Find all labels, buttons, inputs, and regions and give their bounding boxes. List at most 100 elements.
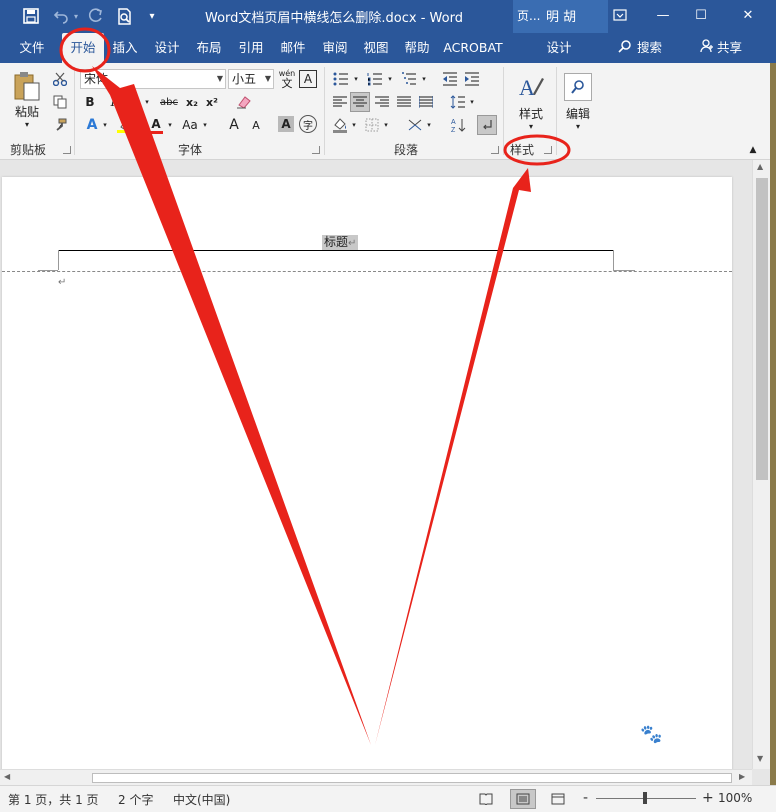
align-center-icon[interactable]	[350, 92, 370, 112]
tab-review[interactable]: 审阅	[316, 33, 354, 63]
superscript-button[interactable]: x²	[203, 92, 221, 112]
editing-button[interactable]: 编辑 ▾	[560, 69, 596, 135]
language-indicator[interactable]: 中文(中国)	[173, 791, 230, 808]
zoom-slider-thumb[interactable]	[643, 792, 647, 804]
format-painter-icon[interactable]	[50, 115, 70, 135]
zoom-in-button[interactable]: +	[702, 790, 714, 806]
word-count[interactable]: 2 个字	[118, 791, 153, 808]
vertical-scroll-thumb[interactable]	[756, 178, 768, 480]
print-layout-icon[interactable]	[510, 789, 536, 809]
tab-home[interactable]: 开始	[62, 33, 104, 63]
multilevel-dropdown-icon[interactable]: ▾	[420, 69, 428, 89]
borders-dropdown-icon[interactable]: ▾	[382, 115, 390, 135]
scroll-right-icon[interactable]: ▶	[739, 772, 745, 781]
borders-icon[interactable]	[362, 115, 382, 135]
shading-dropdown-icon[interactable]: ▾	[350, 115, 358, 135]
tab-layout[interactable]: 布局	[190, 33, 228, 63]
scroll-up-icon[interactable]: ▲	[757, 162, 763, 171]
underline-button[interactable]: U	[126, 92, 142, 112]
web-layout-icon[interactable]	[548, 790, 568, 808]
page-count[interactable]: 第 1 页，共 1 页	[8, 791, 99, 808]
tab-insert[interactable]: 插入	[106, 33, 144, 63]
font-color-dropdown-icon[interactable]: ▾	[166, 115, 174, 135]
line-spacing-icon[interactable]	[448, 92, 468, 112]
tab-view[interactable]: 视图	[357, 33, 395, 63]
tab-help[interactable]: 帮助	[398, 33, 436, 63]
change-case-button[interactable]: Aa	[179, 115, 201, 135]
maximize-button[interactable]: ☐	[678, 0, 724, 30]
cut-icon[interactable]	[50, 69, 70, 89]
zoom-level[interactable]: 100%	[718, 791, 752, 805]
align-left-icon[interactable]	[330, 92, 350, 112]
chinese-layout-icon[interactable]	[405, 115, 425, 135]
tab-mailings[interactable]: 邮件	[274, 33, 312, 63]
save-icon[interactable]	[20, 6, 42, 26]
change-case-dropdown-icon[interactable]: ▾	[201, 115, 209, 135]
zoom-slider[interactable]	[596, 792, 696, 804]
scroll-down-icon[interactable]: ▼	[757, 754, 763, 763]
chinese-layout-dropdown-icon[interactable]: ▾	[425, 115, 433, 135]
enclose-characters-button[interactable]: 字	[299, 115, 317, 133]
distributed-icon[interactable]	[416, 92, 436, 112]
clear-formatting-icon[interactable]	[234, 92, 254, 112]
redo-icon[interactable]	[85, 6, 107, 26]
justify-icon[interactable]	[394, 92, 414, 112]
share-button[interactable]: 共享	[700, 33, 742, 63]
customize-dropdown-icon[interactable]: ▾	[145, 6, 159, 26]
subscript-button[interactable]: x₂	[183, 92, 201, 112]
grow-font-button[interactable]: A	[226, 115, 242, 135]
shading-icon[interactable]	[330, 115, 350, 135]
character-shading-button[interactable]: A	[278, 116, 294, 132]
numbering-dropdown-icon[interactable]: ▾	[386, 69, 394, 89]
font-name-dropdown[interactable]: 宋体 ▼	[80, 69, 226, 89]
character-border-button[interactable]: A	[299, 70, 317, 88]
undo-icon[interactable]	[50, 6, 72, 26]
bullets-dropdown-icon[interactable]: ▾	[352, 69, 360, 89]
phonetic-guide-button[interactable]: wén 文	[277, 67, 297, 91]
tab-file[interactable]: 文件	[12, 33, 52, 63]
numbering-icon[interactable]	[364, 69, 386, 89]
font-size-dropdown[interactable]: 小五 ▼	[228, 69, 274, 89]
user-name-overlay[interactable]: 明 胡	[546, 6, 576, 25]
text-effects-button[interactable]: A	[82, 115, 102, 135]
copy-icon[interactable]	[50, 92, 70, 112]
scroll-left-icon[interactable]: ◀	[4, 772, 10, 781]
vertical-scrollbar[interactable]: ▲ ▼	[752, 160, 770, 769]
highlight-dropdown-icon[interactable]: ▾	[135, 115, 143, 135]
underline-dropdown-icon[interactable]: ▾	[143, 92, 151, 112]
zoom-out-button[interactable]: -	[583, 790, 588, 806]
text-effects-dropdown-icon[interactable]: ▾	[101, 115, 109, 135]
decrease-indent-icon[interactable]	[440, 69, 460, 89]
close-button[interactable]: ✕	[725, 0, 771, 30]
horizontal-scrollbar[interactable]: ◀ ▶	[0, 769, 752, 785]
styles-button[interactable]: A 样式 ▾	[510, 69, 552, 135]
show-formatting-marks-icon[interactable]	[477, 115, 497, 135]
tab-references[interactable]: 引用	[232, 33, 270, 63]
print-preview-icon[interactable]	[114, 6, 136, 26]
collapse-ribbon-icon[interactable]: ▲	[746, 143, 760, 157]
paste-button[interactable]: 粘贴 ▾	[8, 69, 46, 131]
styles-launcher-icon[interactable]	[544, 146, 552, 154]
horizontal-scroll-thumb[interactable]	[92, 773, 732, 783]
tab-design[interactable]: 设计	[148, 33, 186, 63]
document-page[interactable]: 标题↵ ↵	[2, 177, 732, 769]
strikethrough-button[interactable]: abc	[157, 92, 181, 112]
highlight-color-icon[interactable]	[114, 115, 134, 135]
increase-indent-icon[interactable]	[462, 69, 482, 89]
header-border-line[interactable]	[58, 250, 614, 251]
tell-me-search[interactable]: 搜索	[618, 33, 662, 63]
line-spacing-dropdown-icon[interactable]: ▾	[468, 92, 476, 112]
bullets-icon[interactable]	[330, 69, 352, 89]
undo-dropdown-icon[interactable]: ▾	[71, 6, 81, 26]
multilevel-list-icon[interactable]	[398, 69, 420, 89]
body-paragraph-mark[interactable]: ↵	[58, 277, 66, 288]
read-mode-icon[interactable]	[476, 790, 496, 808]
italic-button[interactable]: I	[105, 92, 121, 112]
clipboard-launcher-icon[interactable]	[63, 146, 71, 154]
align-right-icon[interactable]	[372, 92, 392, 112]
header-text[interactable]: 标题↵	[322, 235, 359, 251]
tab-header-footer-design[interactable]: 设计	[540, 33, 578, 63]
paragraph-launcher-icon[interactable]	[491, 146, 499, 154]
tab-acrobat[interactable]: ACROBAT	[440, 33, 506, 63]
bold-button[interactable]: B	[82, 92, 98, 112]
